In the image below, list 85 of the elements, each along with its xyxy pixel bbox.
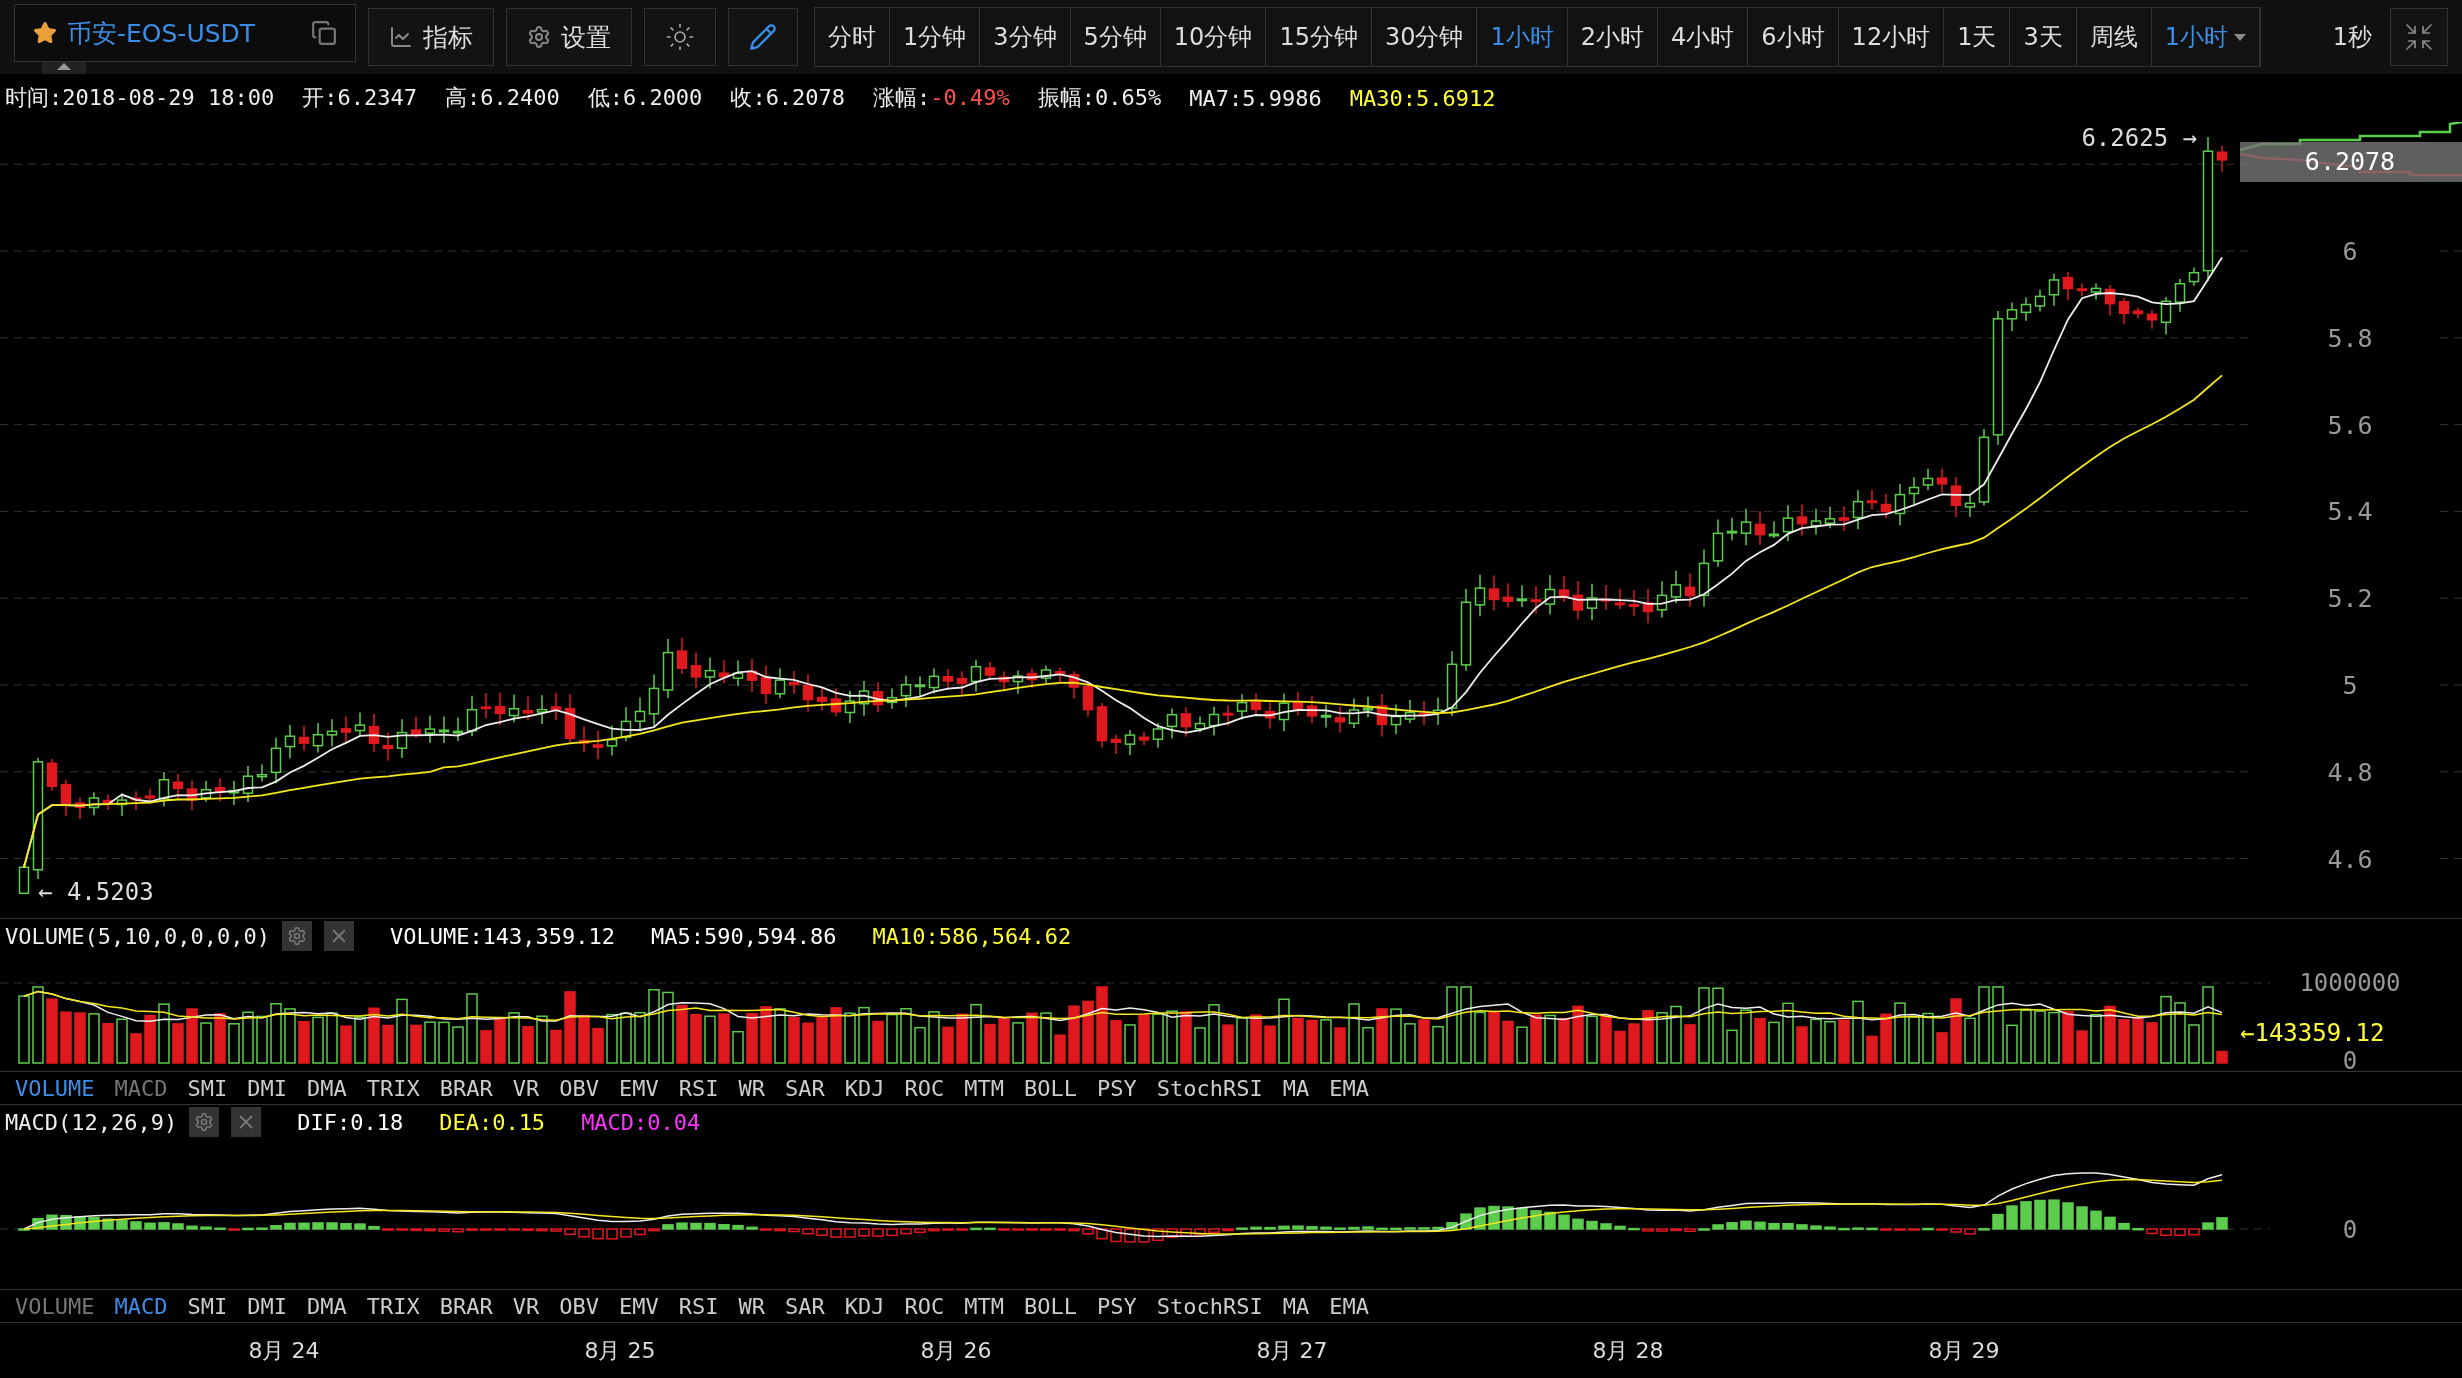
indicator-tab[interactable]: BOLL: [1013, 1075, 1087, 1101]
price-axis-label: 5.6: [2327, 410, 2373, 440]
indicator-tab[interactable]: MTM: [954, 1293, 1014, 1319]
ohlc-info-item: 低:6.2000: [587, 84, 703, 112]
indicator-tab[interactable]: SAR: [774, 1293, 835, 1319]
macd-legend-value: DIF:0.18: [297, 1109, 404, 1135]
macd-axis-label: 0: [2342, 1216, 2358, 1244]
indicator-tab[interactable]: MACD: [104, 1293, 178, 1319]
date-axis-label: 8月 27: [1255, 1336, 1329, 1365]
volume-indicator-title: VOLUME(5,10,0,0,0,0): [5, 923, 270, 949]
ohlc-info-item: 开:6.2347: [302, 84, 417, 112]
last-price-tag: 6.2078: [2240, 142, 2462, 182]
price-axis-label: 5.8: [2327, 323, 2373, 353]
indicator-tab[interactable]: KDJ: [834, 1075, 895, 1101]
indicator-tab[interactable]: WR: [728, 1075, 775, 1101]
indicator-tab[interactable]: TRIX: [356, 1293, 430, 1319]
macd-legend-value: DEA:0.15: [439, 1109, 546, 1135]
macd-indicator-title: MACD(12,26,9): [5, 1109, 178, 1135]
indicator-tab[interactable]: PSY: [1086, 1293, 1147, 1319]
refresh-rate[interactable]: 1秒: [2326, 20, 2378, 54]
indicator-tab[interactable]: OBV: [549, 1075, 609, 1101]
price-axis-label: 5.4: [2327, 497, 2373, 527]
indicator-tab[interactable]: StochRSI: [1146, 1293, 1273, 1319]
indicator-tab[interactable]: MTM: [954, 1075, 1014, 1101]
indicator-tab[interactable]: VOLUME: [5, 1075, 105, 1101]
indicator-tab[interactable]: PSY: [1086, 1075, 1147, 1101]
indicator-tab[interactable]: KDJ: [834, 1293, 895, 1319]
indicator-tab[interactable]: EMV: [608, 1075, 669, 1101]
price-axis-label: 5.2: [2327, 584, 2373, 614]
ohlc-info-item: 涨幅:-0.49%: [873, 84, 1010, 112]
indicator-tab[interactable]: VR: [502, 1075, 550, 1101]
volume-legend-value: VOLUME:143,359.12: [389, 923, 616, 949]
ohlc-info-item: 振幅:0.65%: [1037, 84, 1162, 112]
indicator-tab[interactable]: BOLL: [1013, 1293, 1087, 1319]
ohlc-info-item: MA7:5.9986: [1189, 85, 1322, 111]
volume-legend-value: MA10:586,564.62: [872, 923, 1072, 949]
indicator-tab[interactable]: RSI: [668, 1293, 729, 1319]
indicator-tab[interactable]: EMA: [1319, 1293, 1379, 1319]
indicator-tab[interactable]: BRAR: [429, 1075, 503, 1101]
indicator-tab[interactable]: SMI: [177, 1075, 238, 1101]
volume-axis-label: 0: [2342, 1047, 2358, 1071]
ohlc-info-item: 时间:2018-08-29 18:00: [5, 84, 275, 112]
price-axis-label: 5: [2342, 671, 2358, 700]
price-axis-label: 4.8: [2327, 757, 2373, 787]
indicator-tab[interactable]: BRAR: [429, 1293, 503, 1319]
indicator-tab[interactable]: VOLUME: [5, 1293, 105, 1319]
indicator-tab[interactable]: ROC: [894, 1293, 955, 1319]
macd-legend-value: MACD:0.04: [581, 1109, 701, 1135]
indicator-tab[interactable]: VR: [502, 1293, 550, 1319]
indicator-tab[interactable]: DMA: [296, 1075, 357, 1101]
indicator-tab[interactable]: OBV: [549, 1293, 609, 1319]
indicator-tab[interactable]: RSI: [668, 1075, 729, 1101]
symbol-selector[interactable]: 币安-EOS-USDT: [14, 4, 356, 62]
indicator-tab[interactable]: DMA: [296, 1293, 357, 1319]
indicator-tab[interactable]: TRIX: [356, 1075, 430, 1101]
indicator-tab[interactable]: MA: [1272, 1293, 1320, 1319]
date-axis-label: 8月 25: [583, 1336, 657, 1365]
indicator-tab[interactable]: StochRSI: [1146, 1075, 1273, 1101]
settings-button[interactable]: 设置: [506, 8, 632, 66]
date-axis-label: 8月 29: [1927, 1336, 2001, 1365]
indicator-button[interactable]: 指标: [368, 8, 494, 66]
indicator-tab[interactable]: ROC: [894, 1075, 955, 1101]
volume-axis-label: 1000000: [2299, 969, 2401, 997]
volume-legend-value: MA5:590,594.86: [651, 923, 837, 949]
ohlc-info-item: 收:6.2078: [730, 84, 846, 112]
indicator-tab[interactable]: EMV: [608, 1293, 669, 1319]
ohlc-info-item: MA30:5.6912: [1349, 85, 1496, 111]
price-axis-label: 6: [2342, 237, 2358, 266]
symbol-name: 币安-EOS-USDT: [67, 17, 257, 50]
last-volume-marker: ←143359.12: [2240, 1019, 2385, 1047]
indicator-tab[interactable]: SMI: [177, 1293, 238, 1319]
date-axis-label: 8月 24: [247, 1336, 321, 1365]
indicator-tab[interactable]: WR: [728, 1293, 775, 1319]
indicator-tab[interactable]: MACD: [104, 1075, 178, 1101]
date-axis-label: 8月 28: [1591, 1336, 1665, 1365]
indicator-tab[interactable]: DMI: [237, 1075, 297, 1101]
high-price-marker: 6.2625 →: [2081, 124, 2197, 152]
indicator-tab[interactable]: MA: [1272, 1075, 1320, 1101]
indicator-tab[interactable]: EMA: [1319, 1075, 1379, 1101]
price-axis-label: 4.6: [2327, 844, 2373, 874]
indicator-tab[interactable]: SAR: [774, 1075, 835, 1101]
date-axis-label: 8月 26: [919, 1336, 993, 1365]
indicator-tab[interactable]: DMI: [237, 1293, 297, 1319]
low-price-marker: ← 4.5203: [38, 878, 154, 906]
ohlc-info-item: 高:6.2400: [444, 84, 560, 112]
